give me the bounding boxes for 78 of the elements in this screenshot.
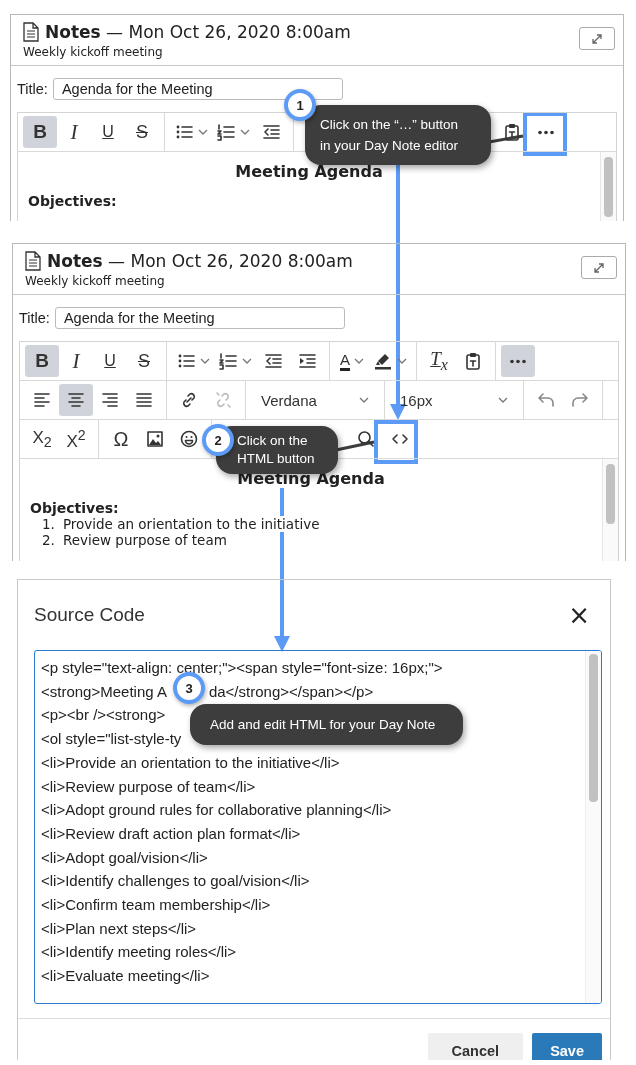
more-icon xyxy=(510,358,526,364)
expand-button[interactable] xyxy=(581,256,617,279)
cancel-button[interactable]: Cancel xyxy=(427,1033,524,1060)
scrollbar[interactable] xyxy=(585,651,601,1003)
list-item: Provide an orientation to the initiative xyxy=(62,516,320,532)
dropdown-select[interactable]: Verdana xyxy=(251,384,379,416)
script-button[interactable]: X$_{2}$ xyxy=(25,423,59,455)
redo-icon xyxy=(570,390,590,410)
underline-button[interactable]: U xyxy=(93,345,127,377)
clipboard-icon xyxy=(463,351,483,371)
outdent-icon xyxy=(263,351,283,371)
numbered-list-icon xyxy=(216,122,236,142)
more-icon xyxy=(538,129,554,135)
note-heading: Notes — Mon Oct 26, 2020 8:00am xyxy=(45,22,351,42)
caret-icon xyxy=(200,356,210,366)
justify-icon xyxy=(134,390,154,410)
note-subtitle: Weekly kickoff meeting xyxy=(23,45,164,59)
search-icon xyxy=(356,429,376,449)
expand-icon xyxy=(591,32,603,45)
highlighter-icon xyxy=(373,351,393,371)
list-number: 1. xyxy=(42,516,55,532)
emoji-icon xyxy=(179,429,199,449)
caret-icon xyxy=(359,395,369,405)
bold-button[interactable]: B xyxy=(25,345,59,377)
title-field[interactable]: Agenda for the Meeting xyxy=(54,307,345,329)
close-button[interactable]: × xyxy=(564,600,594,630)
caret-icon xyxy=(240,127,250,137)
expand-icon xyxy=(593,261,605,274)
content-heading: Meeting Agenda xyxy=(235,162,383,181)
caret-icon xyxy=(498,395,508,405)
numbered-list-icon xyxy=(218,351,238,371)
content-section-title: Objectives: xyxy=(28,193,117,209)
italic-button[interactable]: I xyxy=(59,345,93,377)
caret-icon xyxy=(198,127,208,137)
save-button[interactable]: Save xyxy=(532,1033,602,1060)
bold-button[interactable]: B xyxy=(23,116,57,148)
text-color-button[interactable]: A xyxy=(335,345,369,377)
image-icon xyxy=(145,429,165,449)
caret-icon xyxy=(242,356,252,366)
strikethrough-button[interactable]: S xyxy=(125,116,159,148)
document-icon xyxy=(25,251,41,271)
outdent-icon xyxy=(261,122,281,142)
leader-line xyxy=(488,134,524,144)
highlight-frame xyxy=(523,112,567,156)
undo-icon xyxy=(536,390,556,410)
align-right-icon xyxy=(100,390,120,410)
dialog-title: Source Code xyxy=(34,604,145,626)
content-section-title: Objectives: xyxy=(30,500,119,516)
title-label: Title: xyxy=(19,310,50,326)
align-center-icon xyxy=(66,390,86,410)
underline-button[interactable]: U xyxy=(91,116,125,148)
indent-icon xyxy=(297,351,317,371)
italic-button[interactable]: I xyxy=(57,116,91,148)
note-heading: Notes — Mon Oct 26, 2020 8:00am xyxy=(47,251,353,271)
highlight-frame xyxy=(374,420,418,464)
step-number-badge: 1 xyxy=(284,89,316,121)
callout-tooltip: Add and edit HTML for your Day Note xyxy=(190,704,463,745)
expand-button[interactable] xyxy=(579,27,615,50)
align-left-icon xyxy=(32,390,52,410)
clipboard-icon xyxy=(502,122,522,142)
list-number: 2. xyxy=(42,532,55,548)
step-number-badge: 3 xyxy=(173,672,205,704)
script-button[interactable]: X$^{2}$ xyxy=(59,423,93,455)
special-character-button[interactable]: Ω xyxy=(104,423,138,455)
step-number-badge: 2 xyxy=(202,424,234,456)
caret-icon xyxy=(397,356,407,366)
note-subtitle: Weekly kickoff meeting xyxy=(25,274,166,288)
document-icon xyxy=(23,22,39,42)
title-field[interactable]: Agenda for the Meeting xyxy=(52,78,343,100)
align-center-button[interactable] xyxy=(59,384,93,416)
more-button[interactable] xyxy=(501,345,535,377)
callout-tooltip: Click on the “…” button in your Day Note editor xyxy=(305,105,491,165)
title-label: Title: xyxy=(17,81,48,97)
clear-formatting-button[interactable]: T$_{x}$ xyxy=(422,345,456,377)
caret-icon xyxy=(354,356,364,366)
strikethrough-button[interactable]: S xyxy=(127,345,161,377)
list-item: Review purpose of team xyxy=(62,532,227,548)
unlink-icon xyxy=(213,390,233,410)
